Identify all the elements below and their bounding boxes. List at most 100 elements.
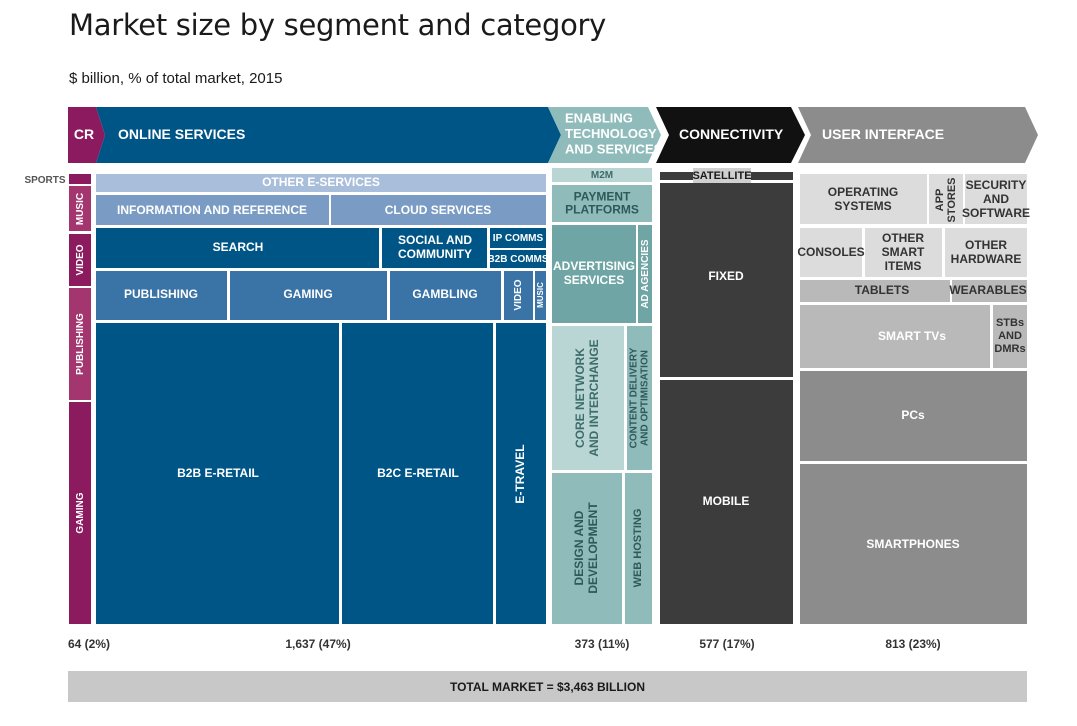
svg-text:VIDEO: VIDEO: [75, 244, 86, 275]
et-m2m-label: M2M: [591, 170, 613, 181]
svg-text:64 (2%): 64 (2%): [68, 637, 110, 651]
svg-text:M2M: M2M: [591, 170, 613, 181]
svg-text:B2B COMMS: B2B COMMS: [487, 254, 548, 265]
os-cloud-label: CLOUD SERVICES: [385, 203, 491, 217]
os-b2bcomms-label: B2B COMMS: [487, 254, 548, 265]
header-cr-label: CR: [74, 126, 94, 142]
os-other-eservices-label: OTHER E-SERVICES: [262, 175, 380, 189]
svg-text:SPORTS: SPORTS: [24, 175, 65, 186]
os-b2c-eretail-label: B2C E-RETAIL: [377, 466, 459, 480]
conn-satellite-label: SATELLITE: [692, 170, 751, 182]
header-online-services-label: ONLINE SERVICES: [118, 126, 245, 142]
svg-text:E-TRAVEL: E-TRAVEL: [513, 444, 527, 503]
ui-othersmart-label: OTHER SMART ITEMS: [882, 231, 925, 273]
svg-text:SMARTPHONES: SMARTPHONES: [866, 537, 959, 551]
svg-text:MUSIC: MUSIC: [536, 282, 545, 308]
os-ipcomms-label: IP COMMS: [493, 233, 544, 244]
svg-text:AD AGENCIES: AD AGENCIES: [640, 239, 651, 308]
ui-wearables-label: WEARABLES: [949, 283, 1026, 297]
segment-value-4: 577 (17%): [699, 637, 754, 651]
cr-sports-tile: [69, 174, 91, 184]
os-publishing-label: PUBLISHING: [124, 287, 198, 301]
ui-pcs-label: PCs: [901, 408, 925, 422]
os-info-ref-label: INFORMATION AND REFERENCE: [117, 203, 307, 217]
cr-sports-label: SPORTS: [24, 175, 65, 186]
svg-text:813 (23%): 813 (23%): [885, 637, 940, 651]
ui-smarttvs-label: SMART TVs: [878, 329, 946, 343]
svg-text:DESIGN ANDDEVELOPMENT: DESIGN ANDDEVELOPMENT: [572, 502, 600, 594]
cr-gaming-label: GAMING: [75, 492, 86, 533]
svg-text:SMART TVs: SMART TVs: [878, 329, 946, 343]
total-market-label: TOTAL MARKET = $3,463 BILLION: [449, 679, 646, 694]
os-gaming-label: GAMING: [283, 287, 332, 301]
os-search-label: SEARCH: [213, 240, 264, 254]
svg-text:GAMING: GAMING: [75, 492, 86, 533]
svg-text:SATELLITE: SATELLITE: [692, 170, 751, 182]
svg-text:USER INTERFACE: USER INTERFACE: [822, 126, 944, 142]
conn-fixed-label: FIXED: [708, 269, 744, 283]
svg-text:INFORMATION AND REFERENCE: INFORMATION AND REFERENCE: [117, 203, 307, 217]
segment-value-1: 64 (2%): [68, 637, 110, 651]
svg-text:OTHER E-SERVICES: OTHER E-SERVICES: [262, 175, 380, 189]
header-user-interface-label: USER INTERFACE: [822, 126, 944, 142]
os-video-label: VIDEO: [513, 279, 524, 310]
et-contentdel-label: CONTENT DELIVERYAND OPTIMISATION: [628, 347, 650, 448]
conn-mobile-label: MOBILE: [703, 494, 750, 508]
svg-text:373 (11%): 373 (11%): [575, 637, 630, 651]
svg-text:TABLETS: TABLETS: [855, 283, 909, 297]
ui-stbs-label: STBs AND DMRs: [994, 317, 1025, 355]
svg-text:PCs: PCs: [901, 408, 925, 422]
svg-text:OTHERSMARTITEMS: OTHER SMART ITEMS: [882, 231, 925, 273]
ui-consoles-label: CONSOLES: [797, 245, 864, 259]
svg-text:MOBILE: MOBILE: [703, 494, 750, 508]
svg-text:ADVERTISINGSERVICES: ADVERTISING SERVICES: [553, 259, 635, 287]
cr-video-label: VIDEO: [75, 244, 86, 275]
svg-text:B2B E-RETAIL: B2B E-RETAIL: [177, 466, 259, 480]
treemap-chart: CR ONLINE SERVICESENABLING TECHNOLOGY AND S…: [24, 107, 1038, 651]
os-music-label: MUSIC: [536, 282, 545, 308]
cr-music-label: MUSIC: [75, 193, 86, 225]
et-adagencies-label: AD AGENCIES: [640, 239, 651, 308]
ui-smartphones-label: SMARTPHONES: [866, 537, 959, 551]
svg-text:PUBLISHING: PUBLISHING: [124, 287, 198, 301]
et-design-label: DESIGN ANDDEVELOPMENT: [572, 502, 600, 594]
svg-text:WEARABLES: WEARABLES: [949, 283, 1026, 297]
svg-text:FIXED: FIXED: [708, 269, 744, 283]
total-market-bar: TOTAL MARKET = $3,463 BILLION: [68, 671, 1027, 702]
svg-text:ONLINE SERVICES: ONLINE SERVICES: [118, 126, 245, 142]
svg-text:CR: CR: [74, 126, 94, 142]
segment-value-5: 813 (23%): [885, 637, 940, 651]
svg-text:SEARCH: SEARCH: [213, 240, 264, 254]
svg-text:GAMING: GAMING: [283, 287, 332, 301]
segment-value-3: 373 (11%): [575, 637, 630, 651]
ui-opsys-label: OPERATING SYSTEMS: [828, 185, 898, 213]
et-payment-label: PAYMENT PLATFORMS: [565, 190, 639, 217]
segment-value-2: 1,637 (47%): [285, 637, 350, 651]
svg-text:VIDEO: VIDEO: [513, 279, 524, 310]
os-b2b-eretail-label: B2B E-RETAIL: [177, 466, 259, 480]
os-social-label: SOCIAL AND COMMUNITY: [398, 233, 472, 261]
et-corenet-label: CORE NETWORKAND INTERCHANGE: [573, 339, 601, 456]
svg-text:CONTENT DELIVERYAND OPTIMISATI: CONTENT DELIVERYAND OPTIMISATION: [628, 347, 650, 448]
et-advertising-label: ADVERTISING SERVICES: [553, 259, 635, 287]
svg-text:CLOUD SERVICES: CLOUD SERVICES: [385, 203, 491, 217]
os-gambling-label: GAMBLING: [412, 287, 477, 301]
svg-text:CORE NETWORKAND INTERCHANGE: CORE NETWORKAND INTERCHANGE: [573, 339, 601, 456]
ui-tablets-label: TABLETS: [855, 283, 909, 297]
svg-text:577 (17%): 577 (17%): [699, 637, 754, 651]
header-connectivity-label: CONNECTIVITY: [679, 126, 784, 142]
svg-text:SOCIAL ANDCOMMUNITY: SOCIAL AND COMMUNITY: [398, 233, 472, 261]
svg-text:CONSOLES: CONSOLES: [797, 245, 864, 259]
svg-text:STBsANDDMRs: STBs AND DMRs: [994, 317, 1025, 355]
svg-text:GAMBLING: GAMBLING: [412, 287, 477, 301]
svg-text:B2C E-RETAIL: B2C E-RETAIL: [377, 466, 459, 480]
svg-text:WEB HOSTING: WEB HOSTING: [632, 509, 644, 588]
os-etravel-label: E-TRAVEL: [513, 444, 527, 503]
cr-publishing-label: PUBLISHING: [75, 313, 86, 375]
svg-text:PAYMENTPLATFORMS: PAYMENT PLATFORMS: [565, 190, 639, 217]
svg-text:IP COMMS: IP COMMS: [493, 233, 544, 244]
svg-text:1,637 (47%): 1,637 (47%): [285, 637, 350, 651]
et-webhosting-label: WEB HOSTING: [632, 509, 644, 588]
svg-text:MUSIC: MUSIC: [75, 193, 86, 225]
svg-text:PUBLISHING: PUBLISHING: [75, 313, 86, 375]
